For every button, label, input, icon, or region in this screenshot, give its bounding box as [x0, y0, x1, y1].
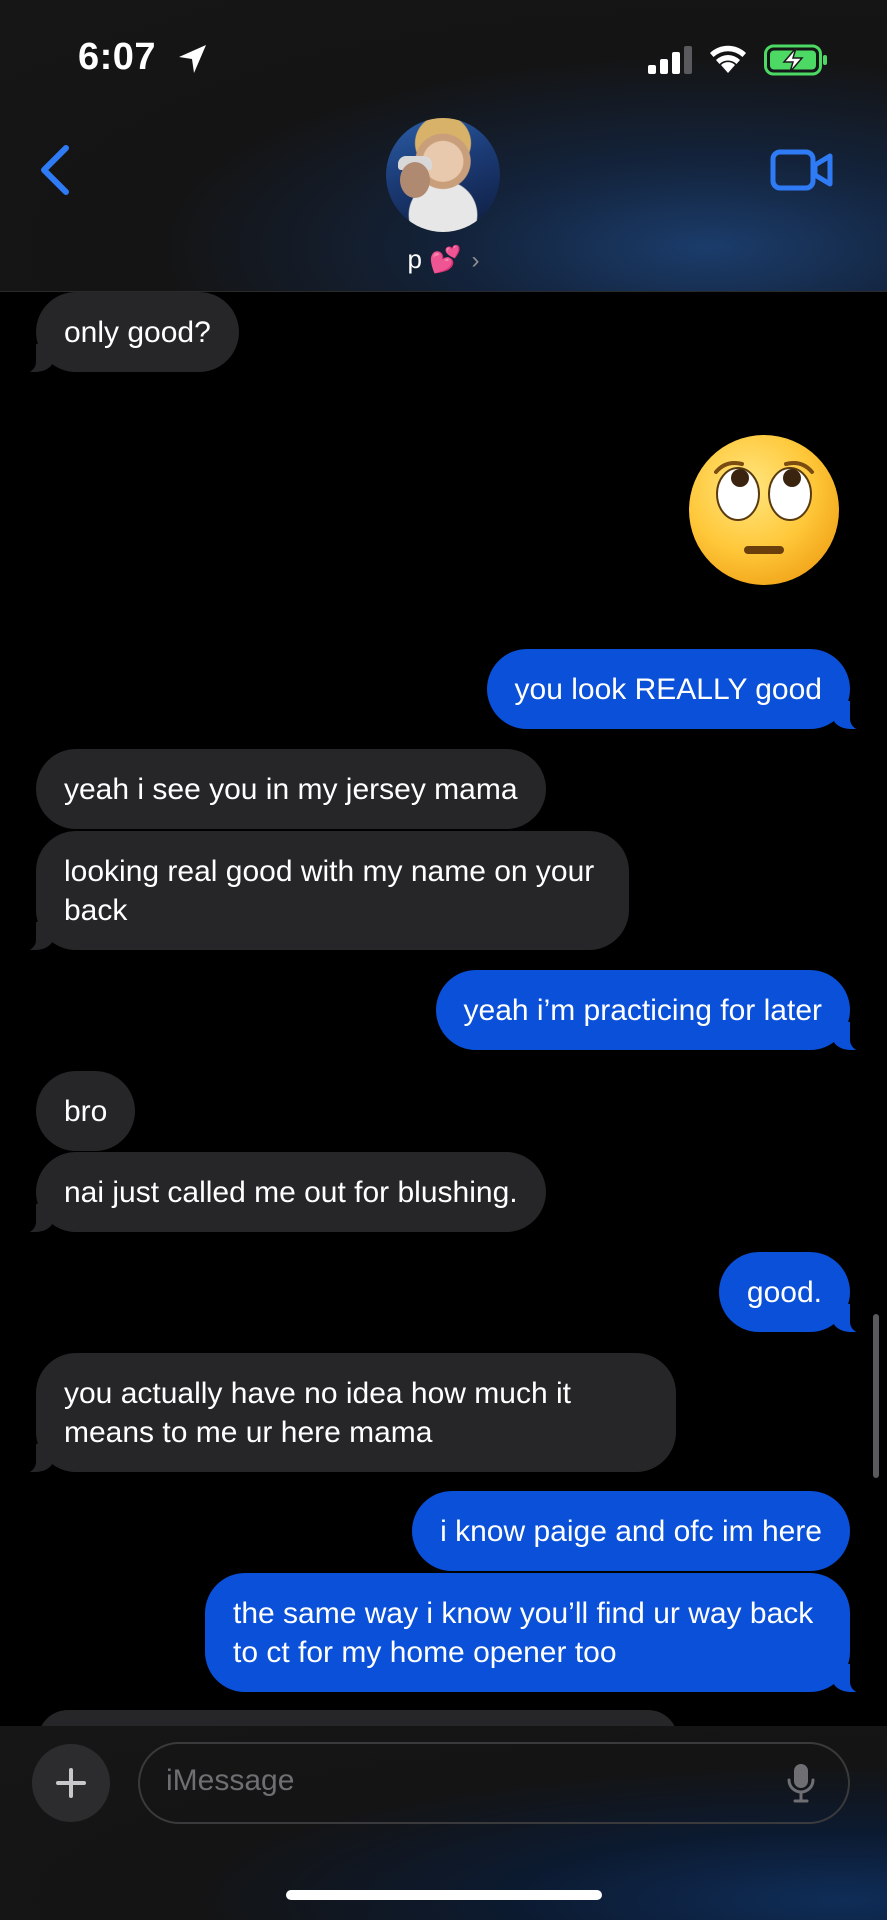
message-incoming[interactable]: only good? — [10, 292, 239, 374]
contact-name-button[interactable]: p 💕 › — [0, 244, 887, 275]
message-incoming[interactable]: you actually have no idea how much it me… — [10, 1353, 676, 1474]
message-outgoing[interactable]: you look REALLY good — [486, 649, 877, 731]
message-outgoing[interactable]: good. — [718, 1252, 877, 1334]
plus-icon — [56, 1768, 86, 1798]
message-outgoing[interactable]: the same way i know you’ll find ur way b… — [205, 1573, 876, 1694]
home-indicator[interactable] — [286, 1890, 602, 1900]
cellular-signal-icon — [648, 46, 692, 74]
message-outgoing[interactable]: yeah i’m practicing for later — [435, 970, 877, 1052]
message-incoming[interactable]: nai just called me out for blushing. — [10, 1152, 546, 1234]
location-arrow-icon — [179, 45, 206, 73]
contact-name: p 💕 — [407, 244, 462, 274]
message-input-placeholder: iMessage — [166, 1764, 295, 1797]
wifi-icon — [710, 45, 746, 73]
message-outgoing[interactable]: i know paige and ofc im here — [412, 1491, 850, 1571]
chevron-right-icon: › — [471, 247, 480, 274]
contact-avatar[interactable] — [386, 118, 500, 232]
apps-plus-button[interactable] — [32, 1744, 110, 1822]
status-time: 6:07 — [78, 36, 157, 78]
eye-roll-emoji[interactable] — [686, 432, 842, 588]
back-chevron-icon[interactable] — [36, 142, 76, 198]
message-incoming[interactable]: looking real good with my name on your b… — [10, 831, 629, 952]
microphone-icon[interactable] — [786, 1762, 816, 1804]
message-incoming[interactable]: bro — [36, 1071, 136, 1151]
message-incoming[interactable]: yeah i see you in my jersey mama — [36, 749, 546, 829]
battery-charging-icon — [764, 44, 827, 76]
video-call-icon[interactable] — [770, 148, 834, 192]
scrollbar[interactable] — [873, 1314, 879, 1478]
